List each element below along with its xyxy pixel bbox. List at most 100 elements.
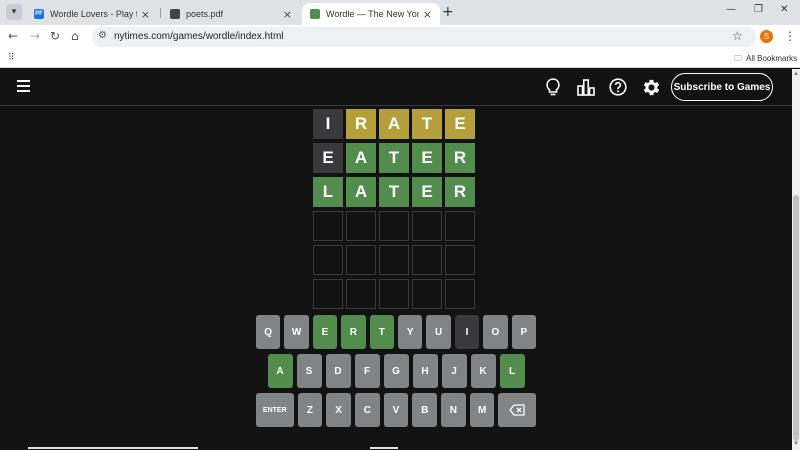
board-tile: R	[445, 143, 475, 173]
key-j[interactable]: J	[441, 354, 467, 388]
page-scrollbar[interactable]: ▲ ▼	[792, 69, 800, 450]
key-m[interactable]: M	[469, 393, 495, 427]
reload-button[interactable]: ↻	[50, 29, 60, 43]
board-tile	[313, 245, 343, 275]
key-o[interactable]: O	[483, 315, 508, 349]
new-tab-button[interactable]: +	[442, 4, 454, 20]
key-q[interactable]: Q	[255, 315, 281, 349]
board-tile: A	[346, 177, 376, 207]
key-y[interactable]: Y	[398, 315, 423, 349]
all-bookmarks-label: All Bookmarks	[746, 54, 798, 63]
url-text[interactable]: nytimes.com/games/wordle/index.html	[114, 31, 284, 42]
key-n[interactable]: N	[441, 393, 466, 427]
keyboard-row: ENTER Z X C V B N M	[254, 393, 538, 427]
key-e[interactable]: E	[312, 315, 338, 349]
key-a[interactable]: A	[267, 354, 293, 388]
settings-icon[interactable]	[641, 77, 661, 97]
on-screen-keyboard: Q W E R T Y U I O P A S D F G H J K L ENTER Z X C V B N M	[254, 315, 538, 432]
close-icon[interactable]: ×	[283, 8, 292, 21]
board-tile: E	[412, 143, 442, 173]
board-row: LATER	[313, 177, 478, 207]
board-tile	[412, 245, 442, 275]
browser-tab-bar: ▾ PF Wordle Lovers - Play the NYT D × po…	[0, 0, 800, 25]
restore-button[interactable]: ❐	[754, 4, 763, 15]
key-f[interactable]: F	[354, 354, 380, 388]
favicon-icon: PF	[34, 9, 44, 19]
minimize-icon: —	[726, 4, 736, 15]
key-c[interactable]: C	[354, 393, 380, 427]
arrow-left-icon: ←	[8, 29, 19, 43]
board-tile	[379, 211, 409, 241]
lightbulb-icon[interactable]	[543, 77, 563, 97]
profile-avatar[interactable]: S	[760, 30, 773, 43]
close-window-button[interactable]: ✕	[780, 4, 788, 15]
scroll-down-arrow-icon[interactable]: ▼	[792, 441, 800, 447]
board-tile	[346, 211, 376, 241]
menu-icon[interactable]	[17, 80, 30, 92]
home-button[interactable]: ⌂	[71, 29, 79, 43]
help-icon[interactable]	[608, 77, 628, 97]
back-button[interactable]: ←	[8, 29, 18, 43]
board-tile: L	[313, 177, 343, 207]
key-w[interactable]: W	[284, 315, 309, 349]
key-l[interactable]: L	[499, 354, 525, 388]
apps-grid-icon[interactable]: ⠿	[8, 53, 15, 63]
key-p[interactable]: P	[511, 315, 537, 349]
tab-title: Wordle Lovers - Play the NYT D	[50, 9, 137, 19]
key-z[interactable]: Z	[297, 393, 323, 427]
keyboard-row: QWERTYUIOP	[254, 315, 538, 349]
site-info-icon[interactable]: ⚙	[98, 30, 107, 41]
key-d[interactable]: D	[325, 354, 351, 388]
board-row	[313, 279, 478, 309]
key-r[interactable]: R	[341, 315, 366, 349]
star-icon: ☆	[732, 29, 743, 43]
forward-button[interactable]: →	[30, 29, 40, 43]
enter-key[interactable]: ENTER	[256, 393, 294, 427]
key-u[interactable]: U	[426, 315, 451, 349]
restore-icon: ❐	[754, 4, 763, 15]
close-icon[interactable]: ×	[141, 8, 150, 21]
key-s[interactable]: S	[296, 354, 322, 388]
key-i[interactable]: I	[454, 315, 480, 349]
board-tile	[445, 279, 475, 309]
key-v[interactable]: V	[383, 393, 409, 427]
bottom-divider	[28, 447, 198, 449]
key-k[interactable]: K	[470, 354, 496, 388]
key-x[interactable]: X	[326, 393, 351, 427]
scroll-up-arrow-icon[interactable]: ▲	[792, 71, 800, 77]
all-bookmarks-button[interactable]: 🗀 All Bookmarks	[734, 53, 797, 67]
browser-menu-button[interactable]: ⋮	[784, 29, 796, 43]
board-tile	[412, 211, 442, 241]
key-t[interactable]: T	[369, 315, 394, 349]
pdf-icon	[170, 9, 180, 19]
board-tile	[412, 279, 442, 309]
board-tile: A	[379, 109, 409, 139]
minimize-button[interactable]: —	[726, 4, 736, 15]
board-tile: T	[379, 177, 409, 207]
backspace-key[interactable]	[498, 393, 537, 427]
tab-wordle-nyt[interactable]: Wordle — The New York Times ×	[302, 3, 440, 25]
browser-toolbar: ← → ↻ ⌂ ⚙ nytimes.com/games/wordle/index…	[0, 25, 800, 49]
board-tile: T	[412, 109, 442, 139]
board-tile: E	[445, 109, 475, 139]
board-tile: E	[412, 177, 442, 207]
board-tile	[313, 279, 343, 309]
board-tile	[379, 279, 409, 309]
board-tile	[379, 245, 409, 275]
address-bar[interactable]: ⚙ nytimes.com/games/wordle/index.html	[92, 27, 756, 47]
bookmark-star-button[interactable]: ☆	[732, 29, 743, 43]
tab-wordle-lovers[interactable]: PF Wordle Lovers - Play the NYT D ×	[26, 3, 158, 25]
key-h[interactable]: H	[412, 354, 438, 388]
scroll-thumb[interactable]	[793, 195, 799, 441]
stats-icon[interactable]	[576, 77, 596, 97]
arrow-right-icon: →	[30, 29, 41, 43]
key-g[interactable]: G	[383, 354, 409, 388]
tab-poets-pdf[interactable]: poets.pdf ×	[162, 3, 300, 25]
key-b[interactable]: B	[412, 393, 438, 427]
board-tile: R	[346, 109, 376, 139]
board-tile: E	[313, 143, 343, 173]
tab-search-button[interactable]: ▾	[6, 4, 22, 20]
subscribe-button[interactable]: Subscribe to Games	[671, 73, 773, 101]
board-tile	[445, 245, 475, 275]
close-icon[interactable]: ×	[423, 8, 432, 21]
